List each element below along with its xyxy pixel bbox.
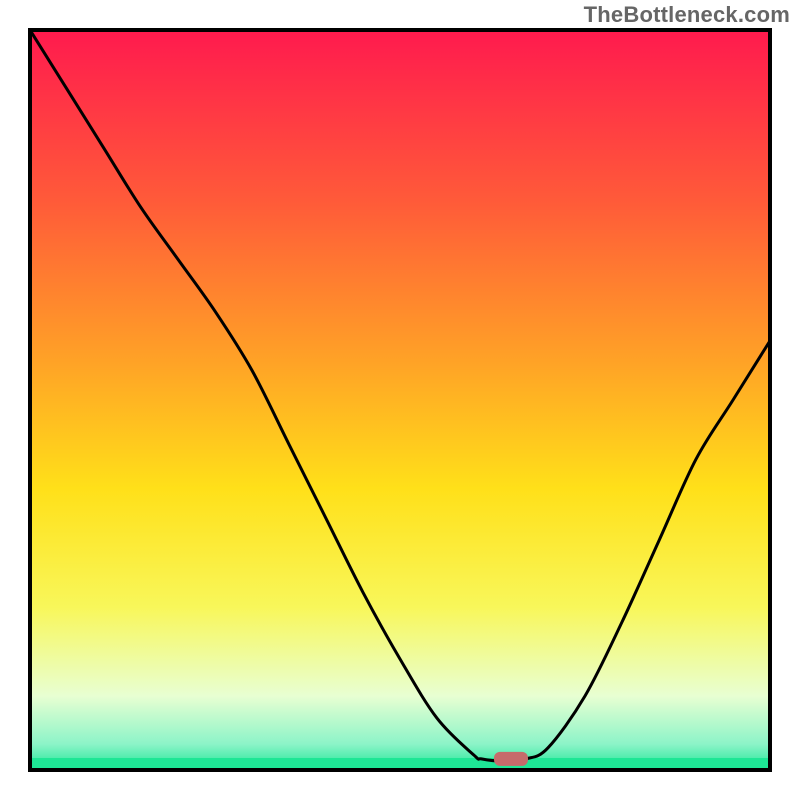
chart-stage: TheBottleneck.com [0,0,800,800]
watermark-text: TheBottleneck.com [584,2,790,28]
bottleneck-chart [0,0,800,800]
target-marker [494,752,528,766]
